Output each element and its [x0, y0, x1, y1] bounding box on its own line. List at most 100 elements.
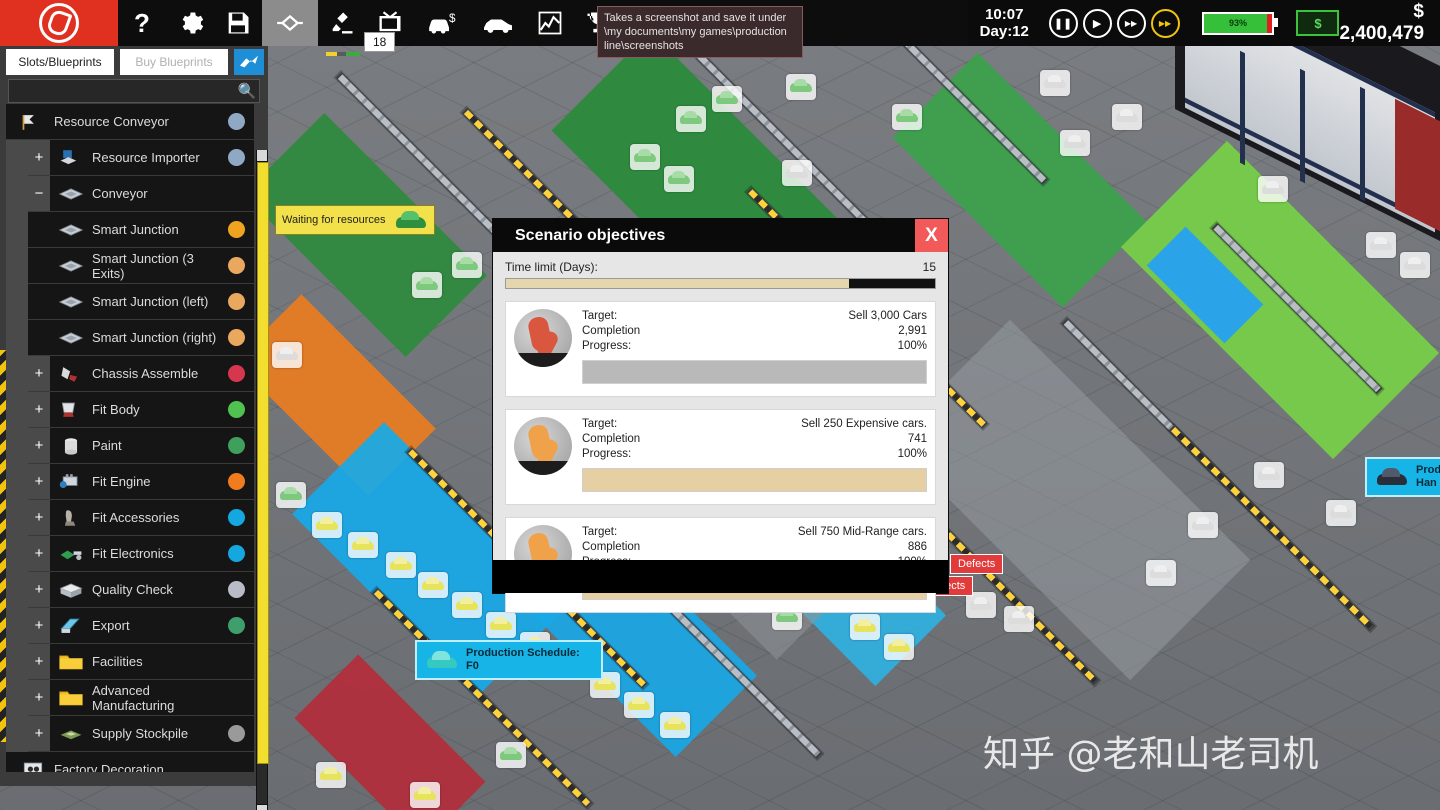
- car-slot-icon[interactable]: [1188, 512, 1218, 538]
- car-slot-icon[interactable]: [272, 342, 302, 368]
- car-slot-icon[interactable]: [1146, 560, 1176, 586]
- blueprint-row[interactable]: + Chassis Assemble: [28, 356, 254, 392]
- car-slot-icon[interactable]: [496, 742, 526, 768]
- expander-toggle[interactable]: +: [28, 428, 50, 463]
- car-slot-icon[interactable]: [1254, 462, 1284, 488]
- car-slot-icon[interactable]: [1366, 232, 1396, 258]
- car-slot-icon[interactable]: [712, 86, 742, 112]
- blueprint-row[interactable]: + Facilities: [28, 644, 254, 680]
- blueprint-row[interactable]: + Supply Stockpile: [28, 716, 254, 752]
- expander-toggle[interactable]: +: [28, 500, 50, 535]
- pause-button[interactable]: ❚❚: [1048, 8, 1078, 38]
- car-slot-icon[interactable]: [660, 712, 690, 738]
- blueprint-row[interactable]: + Fit Accessories: [28, 500, 254, 536]
- help-icon[interactable]: ?: [118, 0, 166, 46]
- fast-forward-button[interactable]: ▶▶: [1116, 8, 1146, 38]
- expander-toggle[interactable]: +: [28, 536, 50, 571]
- car-slot-icon[interactable]: [884, 634, 914, 660]
- car-slot-icon[interactable]: [850, 614, 880, 640]
- expander-toggle[interactable]: +: [28, 356, 50, 391]
- car-slot-icon[interactable]: [676, 106, 706, 132]
- car-sales-icon[interactable]: $: [414, 0, 470, 46]
- cash-icon[interactable]: $: [1296, 10, 1340, 36]
- car-slot-icon[interactable]: [1258, 176, 1288, 202]
- blueprint-row[interactable]: + Resource Importer: [28, 140, 254, 176]
- blueprint-row[interactable]: Smart Junction (left): [28, 284, 254, 320]
- search-icon[interactable]: 🔍: [235, 82, 259, 100]
- car-slot-icon[interactable]: [386, 552, 416, 578]
- car-slot-icon[interactable]: [412, 272, 442, 298]
- blueprint-row[interactable]: + Advanced Manufacturing: [28, 680, 254, 716]
- car-slot-icon[interactable]: [1400, 252, 1430, 278]
- blueprint-row[interactable]: + Fit Electronics: [28, 536, 254, 572]
- blueprint-row[interactable]: Smart Junction: [28, 212, 254, 248]
- car-slot-icon[interactable]: [1112, 104, 1142, 130]
- gear-icon[interactable]: [166, 0, 214, 46]
- production-line-logo[interactable]: [0, 0, 118, 46]
- shuffle-blueprints-icon[interactable]: [234, 49, 264, 75]
- save-icon[interactable]: [214, 0, 262, 46]
- search-bar[interactable]: 🔍: [8, 79, 260, 103]
- ultra-speed-button[interactable]: ▶▶: [1150, 8, 1180, 38]
- blueprint-row[interactable]: + Export: [28, 608, 254, 644]
- right-production-panel[interactable]: Prod Han: [1365, 457, 1440, 497]
- close-icon[interactable]: X: [915, 219, 948, 252]
- production-count-badge[interactable]: 18: [364, 32, 396, 52]
- car-slot-icon[interactable]: [316, 762, 346, 788]
- blueprint-row[interactable]: Factory Decoration: [6, 752, 254, 772]
- scroll-down-arrow[interactable]: [257, 805, 267, 810]
- panel-scrollbar[interactable]: [256, 150, 269, 810]
- car-slot-icon[interactable]: [782, 160, 812, 186]
- scroll-up-arrow[interactable]: [257, 150, 267, 161]
- blueprint-list[interactable]: Resource Conveyor + Resource Importer − Conv…: [6, 104, 254, 772]
- expander-toggle[interactable]: −: [28, 176, 50, 211]
- expander-toggle[interactable]: +: [28, 680, 50, 715]
- play-button[interactable]: ▶: [1082, 8, 1112, 38]
- car-slot-icon[interactable]: [452, 592, 482, 618]
- power-battery-indicator[interactable]: 93%: [1201, 11, 1279, 35]
- car-slot-icon[interactable]: [1326, 500, 1356, 526]
- car-design-icon[interactable]: [470, 0, 526, 46]
- car-slot-icon[interactable]: [1004, 606, 1034, 632]
- defects-label[interactable]: Defects: [950, 554, 1004, 574]
- blueprint-row[interactable]: Resource Conveyor: [6, 104, 254, 140]
- research-microscope-icon[interactable]: [318, 0, 366, 56]
- blueprint-row[interactable]: + Paint: [28, 428, 254, 464]
- expander-toggle[interactable]: +: [28, 644, 50, 679]
- car-slot-icon[interactable]: [892, 104, 922, 130]
- waiting-for-resources-label[interactable]: Waiting for resources: [275, 205, 435, 235]
- blueprint-row[interactable]: + Fit Engine: [28, 464, 254, 500]
- layout-icon[interactable]: [262, 0, 318, 46]
- car-slot-icon[interactable]: [1040, 70, 1070, 96]
- finance-chart-icon[interactable]: [526, 0, 574, 46]
- expander-toggle[interactable]: +: [28, 392, 50, 427]
- car-slot-icon[interactable]: [276, 482, 306, 508]
- blueprint-row[interactable]: − Conveyor: [28, 176, 254, 212]
- tab-slots-blueprints[interactable]: Slots/Blueprints: [6, 49, 114, 75]
- car-slot-icon[interactable]: [410, 782, 440, 808]
- car-slot-icon[interactable]: [624, 692, 654, 718]
- tab-buy-blueprints[interactable]: Buy Blueprints: [120, 49, 228, 75]
- car-slot-icon[interactable]: [630, 144, 660, 170]
- expander-toggle[interactable]: +: [28, 464, 50, 499]
- production-schedule-label[interactable]: Production Schedule: F0: [415, 640, 603, 680]
- blueprint-row[interactable]: Smart Junction (3 Exits): [28, 248, 254, 284]
- blueprint-row[interactable]: + Quality Check: [28, 572, 254, 608]
- car-slot-icon[interactable]: [664, 166, 694, 192]
- car-slot-icon[interactable]: [786, 74, 816, 100]
- car-slot-icon[interactable]: [1060, 130, 1090, 156]
- expander-toggle[interactable]: +: [28, 572, 50, 607]
- scrollbar-thumb[interactable]: [257, 162, 269, 764]
- expander-toggle[interactable]: +: [28, 716, 50, 751]
- car-slot-icon[interactable]: [312, 512, 342, 538]
- car-slot-icon[interactable]: [486, 612, 516, 638]
- scenario-objectives-dialog[interactable]: Scenario objectives X Time limit (Days):…: [493, 219, 948, 613]
- expander-toggle[interactable]: +: [28, 608, 50, 643]
- blueprint-row[interactable]: + Fit Body: [28, 392, 254, 428]
- car-slot-icon[interactable]: [418, 572, 448, 598]
- car-slot-icon[interactable]: [452, 252, 482, 278]
- blueprint-row[interactable]: Smart Junction (right): [28, 320, 254, 356]
- car-slot-icon[interactable]: [348, 532, 378, 558]
- expander-toggle[interactable]: +: [28, 140, 50, 175]
- search-input[interactable]: [9, 83, 235, 99]
